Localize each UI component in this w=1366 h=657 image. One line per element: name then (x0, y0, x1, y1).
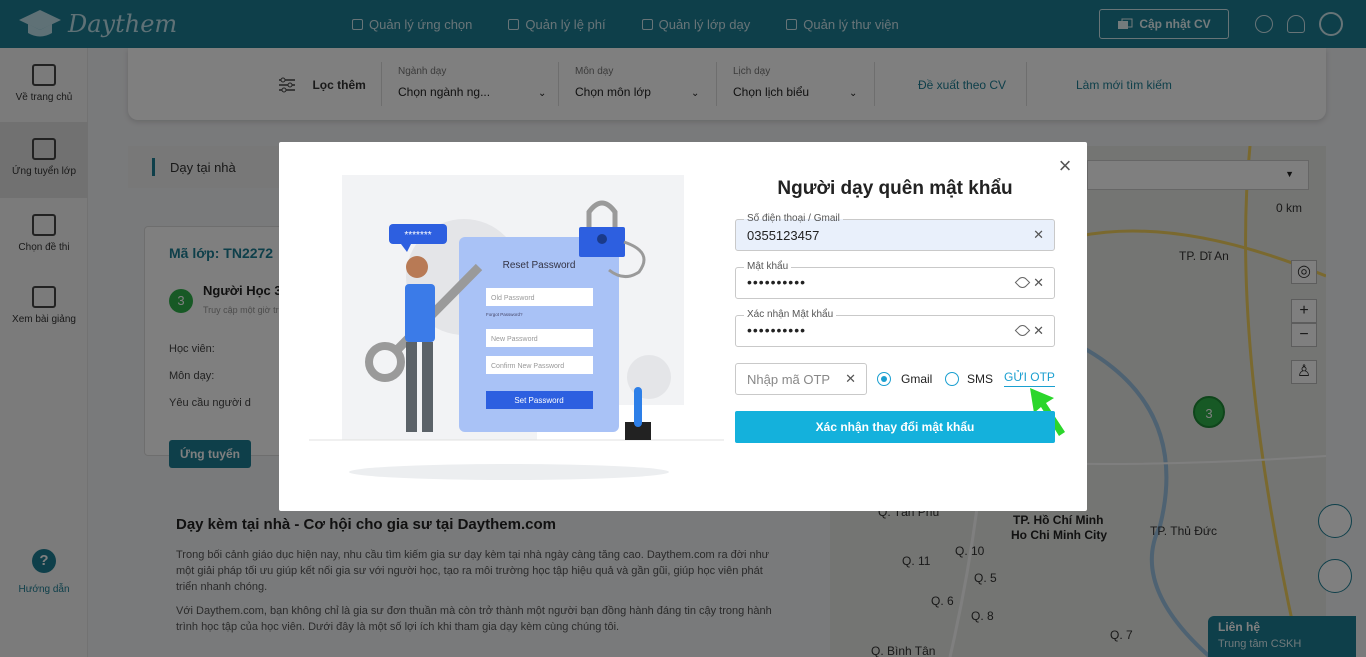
clear-icon[interactable]: ✕ (845, 371, 856, 387)
confirm-password-label: Xác nhận Mật khẩu (744, 309, 837, 321)
illus-confirm: Confirm New Password (491, 363, 564, 370)
password-field[interactable]: Mật khẩu •••••••••• ✕ (735, 261, 1055, 299)
otp-placeholder: Nhập mã OTP (747, 372, 831, 387)
eye-icon[interactable] (1014, 274, 1031, 291)
gmail-radio-label[interactable]: Gmail (901, 372, 932, 386)
confirm-change-password-button[interactable]: Xác nhận thay đổi mật khẩu (735, 411, 1055, 443)
illus-button: Set Password (514, 396, 563, 405)
password-label: Mật khẩu (744, 261, 792, 273)
send-otp-button[interactable]: GỬI OTP (1004, 370, 1055, 387)
close-icon[interactable]: × (1055, 155, 1075, 177)
sms-radio-label[interactable]: SMS (967, 372, 993, 386)
confirm-password-field[interactable]: Xác nhận Mật khẩu •••••••••• ✕ (735, 309, 1055, 347)
eye-icon[interactable] (1014, 322, 1031, 339)
illus-old: Old Password (491, 295, 535, 302)
phone-email-value: 0355123457 (747, 228, 820, 243)
otp-input[interactable]: Nhập mã OTP ✕ (735, 363, 867, 395)
modal-title: Người dạy quên mật khẩu (777, 178, 1013, 199)
illus-new: New Password (491, 336, 538, 343)
reset-password-illustration: Reset Password Old Password Forgot Passw… (309, 175, 724, 480)
sms-radio[interactable] (945, 372, 959, 386)
clear-icon[interactable]: ✕ (1033, 227, 1044, 243)
password-value: •••••••••• (747, 274, 807, 290)
clear-icon[interactable]: ✕ (1033, 323, 1044, 339)
illus-title: Reset Password (503, 260, 576, 271)
illus-bubble: ******* (404, 230, 431, 241)
illus-forgot: Forgot Password? (486, 312, 523, 317)
phone-email-label: Số điện thoại / Gmail (744, 213, 843, 225)
clear-icon[interactable]: ✕ (1033, 275, 1044, 291)
confirm-password-value: •••••••••• (747, 322, 807, 338)
gmail-radio[interactable] (877, 372, 891, 386)
phone-email-field[interactable]: Số điện thoại / Gmail 0355123457 ✕ (735, 213, 1055, 251)
